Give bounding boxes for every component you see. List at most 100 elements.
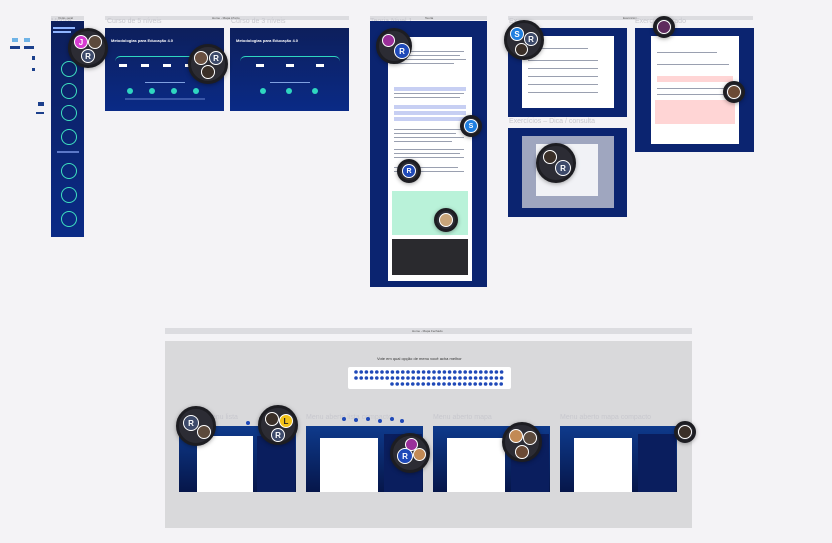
vote-dots-box[interactable] (348, 367, 511, 389)
vote-dot (489, 376, 493, 380)
vote-dot (366, 417, 370, 421)
vote-dot (432, 376, 436, 380)
vote-dot (489, 370, 493, 374)
vote-dot (427, 370, 431, 374)
vote-dot (468, 382, 472, 386)
avatar-photo (657, 20, 671, 34)
votacao-header-text: Home - Mapa Fechado (412, 329, 443, 333)
vote-dot (416, 370, 421, 374)
vote-dot (447, 382, 451, 386)
vote-dot (457, 382, 462, 386)
avatar-photo (678, 425, 692, 439)
vote-dot (395, 376, 400, 380)
vote-dot (369, 376, 374, 380)
vote-dot (364, 376, 369, 380)
vote-dot (437, 370, 441, 374)
frame-label-menu3[interactable]: Menu aberto mapa (433, 414, 492, 421)
vote-dot (463, 370, 467, 374)
cursor-avatar[interactable] (434, 208, 458, 232)
vote-dot (468, 376, 473, 380)
vote-dot (401, 376, 405, 380)
avatar-r: R (209, 51, 223, 65)
vote-dot (375, 376, 379, 380)
vote-dot (478, 382, 483, 386)
avatar-photo (543, 150, 557, 164)
cursor-avatar-cluster[interactable]: J R (68, 28, 108, 68)
vote-dot (437, 376, 441, 380)
vote-dot (442, 382, 446, 386)
cursor-avatar[interactable]: S (460, 115, 482, 137)
vote-dot (484, 370, 488, 374)
vote-dot (421, 370, 426, 374)
vote-dot (411, 382, 415, 386)
avatar-photo (201, 65, 215, 79)
vote-dot (431, 382, 436, 386)
frame-label-menu4[interactable]: Menu aberto mapa compacto (560, 414, 651, 421)
frame-label-dica[interactable]: Exercícios – Dica / consulta (509, 118, 595, 125)
vote-dot (437, 382, 441, 386)
vote-dot (494, 382, 498, 386)
vote-dot (427, 376, 431, 380)
vote-dot (499, 376, 504, 380)
avatar-r: R (524, 32, 538, 46)
cursor-avatar[interactable] (653, 16, 675, 38)
cursor-avatar[interactable]: R (397, 159, 421, 183)
avatar-photo (515, 445, 529, 459)
vote-dot (416, 376, 421, 380)
vote-dot (479, 376, 483, 380)
vote-dot (385, 376, 389, 380)
vote-dot (473, 370, 478, 374)
vote-dot (246, 421, 250, 425)
vote-dot (369, 370, 374, 374)
vote-dot (447, 370, 452, 374)
vote-dot (468, 370, 473, 374)
vote-dots (354, 370, 504, 386)
vote-dot (442, 370, 447, 374)
cursor-avatar-cluster[interactable]: R (536, 143, 576, 183)
vote-dot (395, 382, 399, 386)
curso5-title: Metodologias para Educação 4.0 (111, 38, 174, 43)
vote-dot (411, 370, 415, 374)
vote-dot (453, 370, 457, 374)
frame-label-curso3[interactable]: Curso de 3 níveis (231, 18, 285, 25)
cursor-avatar[interactable] (674, 421, 696, 443)
vote-dot (405, 382, 410, 386)
votacao-board[interactable]: Vote em qual opção de menu você acha mel… (165, 341, 692, 528)
vote-dot (479, 370, 483, 374)
component-snippets[interactable] (8, 34, 48, 124)
avatar-r: R (397, 448, 413, 464)
vote-dot (354, 370, 358, 374)
vote-dot (378, 419, 382, 423)
vote-dot (400, 419, 404, 423)
cursor-avatar-cluster[interactable]: R (176, 406, 216, 446)
curso3-frame[interactable]: Metodologias para Educação 4.0 (230, 28, 349, 111)
avatar-photo (509, 429, 523, 443)
cursor-avatar-cluster[interactable]: R (188, 44, 228, 84)
avatar-photo (523, 431, 537, 445)
vote-dot (463, 376, 467, 380)
vote-dot (452, 382, 457, 386)
curso3-title: Metodologias para Educação 4.0 (236, 38, 299, 43)
vote-dot (342, 417, 346, 421)
vote-dot (473, 382, 477, 386)
avatar-l: L (279, 414, 293, 428)
cursor-avatar-cluster[interactable]: R (376, 28, 412, 64)
avatar-photo (382, 34, 395, 47)
vote-dot (483, 382, 488, 386)
frame-label-curso5[interactable]: Curso de 5 níveis (107, 18, 161, 25)
vote-dot (499, 370, 504, 374)
cursor-avatar-cluster[interactable] (502, 422, 542, 462)
vote-dot (411, 376, 415, 380)
cursor-avatar-cluster[interactable]: R (390, 433, 430, 473)
avatar-r: R (394, 43, 410, 59)
menu-option-4[interactable] (560, 426, 677, 492)
vote-dot (390, 376, 395, 380)
vote-dot (390, 382, 394, 386)
cursor-avatar[interactable] (723, 81, 745, 103)
vote-dot (390, 417, 394, 421)
cursor-avatar-cluster[interactable]: S R (504, 20, 544, 60)
vote-dot (375, 370, 379, 374)
cursor-avatar-cluster[interactable]: L R (258, 405, 298, 445)
vote-dot (421, 382, 425, 386)
vote-question: Vote em qual opção de menu você acha mel… (377, 356, 462, 361)
